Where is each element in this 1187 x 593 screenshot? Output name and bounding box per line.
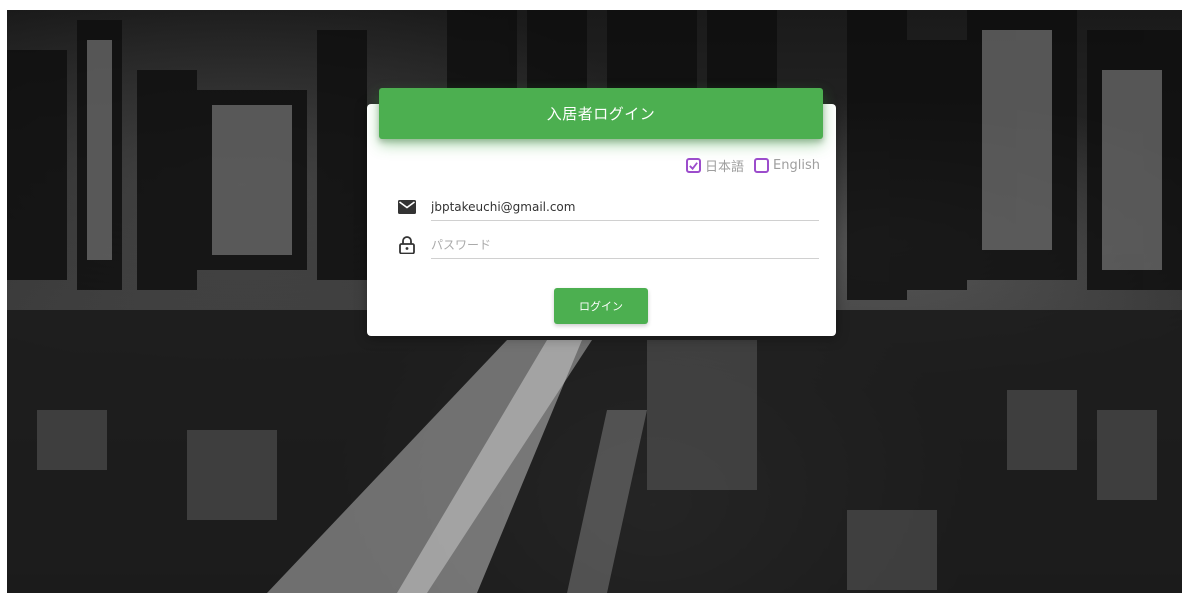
page: 入居者ログイン 日本語 English jbptakeuchi@gmail.co… (0, 0, 1187, 593)
lock-icon (397, 235, 417, 255)
password-row (397, 230, 819, 260)
login-title: 入居者ログイン (546, 105, 656, 123)
japanese-checkbox[interactable] (686, 158, 702, 173)
email-field[interactable] (431, 193, 819, 221)
login-card-header: 入居者ログイン (379, 88, 823, 139)
check-icon (689, 162, 698, 171)
language-option-english[interactable]: English (754, 158, 820, 173)
english-label: English (773, 158, 820, 173)
mail-icon (397, 197, 417, 217)
english-checkbox[interactable] (754, 158, 770, 173)
password-field[interactable] (431, 231, 819, 259)
language-option-japanese[interactable]: 日本語 (686, 156, 744, 175)
login-card: 入居者ログイン 日本語 English jbptakeuchi@gmail.co… (367, 88, 836, 336)
login-button[interactable]: ログイン (554, 288, 648, 324)
japanese-label: 日本語 (705, 160, 745, 175)
email-row (397, 192, 819, 222)
language-selector: 日本語 English (682, 156, 820, 175)
